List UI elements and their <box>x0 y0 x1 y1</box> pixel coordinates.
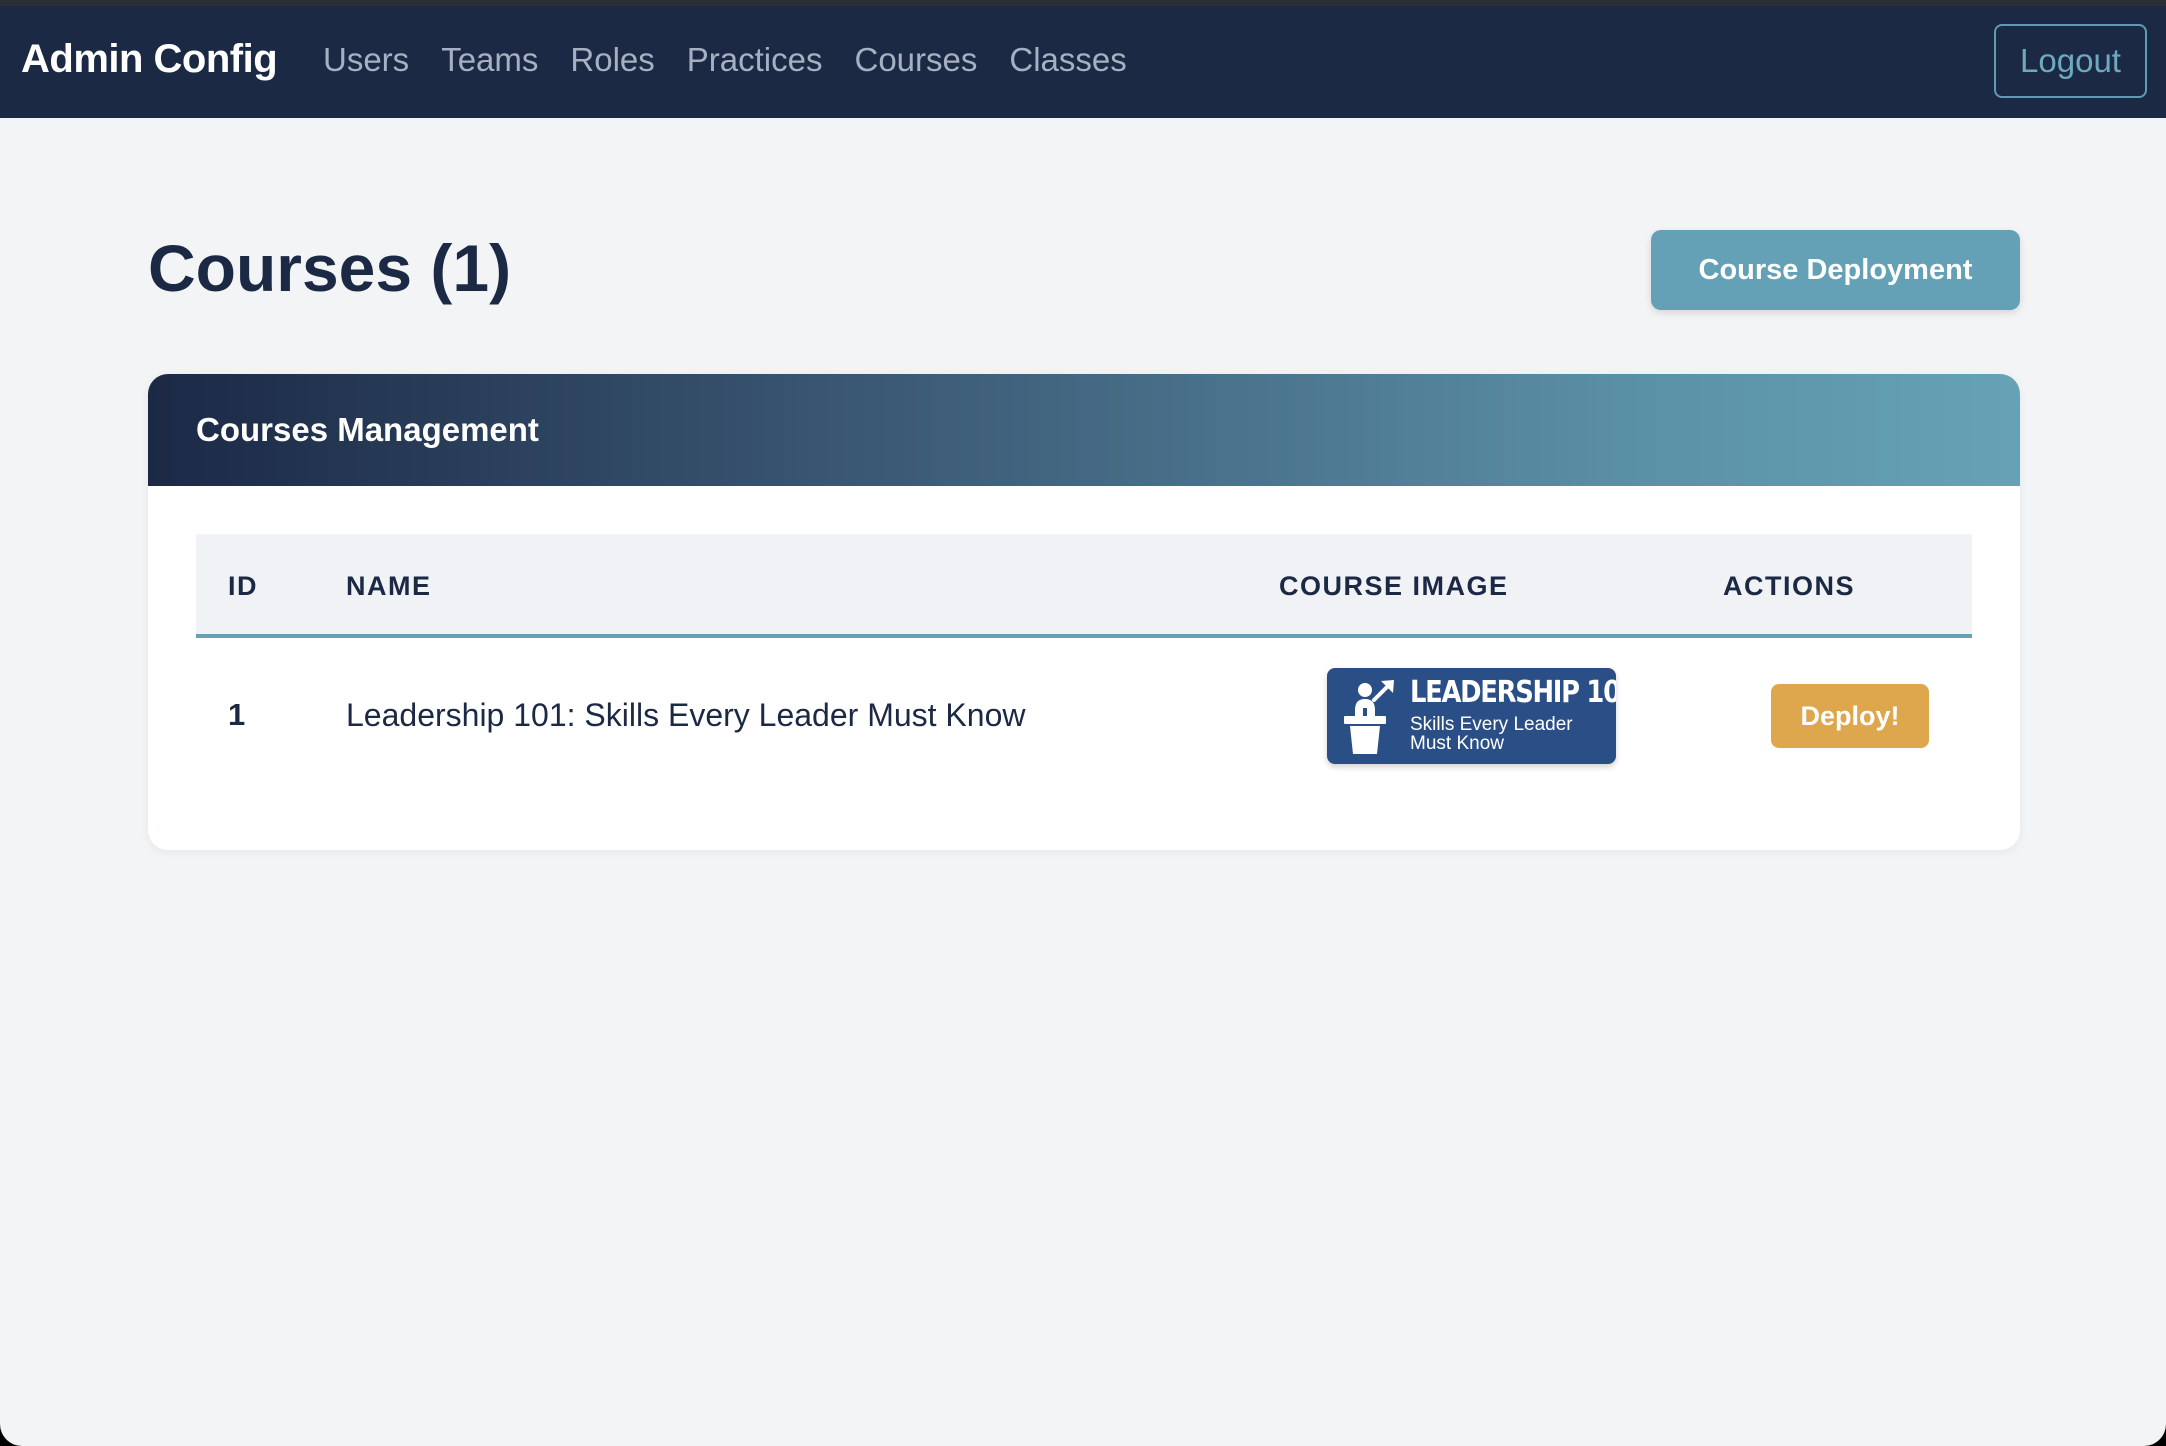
course-deployment-button[interactable]: Course Deployment <box>1651 230 2020 310</box>
logout-button[interactable]: Logout <box>1994 24 2147 98</box>
brand-title[interactable]: Admin Config <box>21 35 278 83</box>
top-navbar: Admin Config Users Teams Roles Practices… <box>0 6 2166 118</box>
column-header-course-image: COURSE IMAGE <box>1279 571 1509 601</box>
nav-link-classes[interactable]: Classes <box>1009 40 1126 80</box>
course-image-subtitle: Skills Every Leader Must Know <box>1410 714 1573 754</box>
course-image-title: LEADERSHIP 101 <box>1410 675 1616 710</box>
page-title: Courses (1) <box>148 231 512 305</box>
card-title: Courses Management <box>196 411 539 448</box>
courses-management-card: Courses Management ID NAME COURSE IMAGE … <box>148 374 2020 850</box>
table-row: 1 Leadership 101: Skills Every Leader Mu… <box>196 638 1972 806</box>
nav-links: Users Teams Roles Practices Courses Clas… <box>323 40 1159 80</box>
speaker-podium-icon <box>1344 680 1394 754</box>
nav-link-teams[interactable]: Teams <box>441 40 538 80</box>
nav-link-users[interactable]: Users <box>323 40 409 80</box>
course-name: Leadership 101: Skills Every Leader Must… <box>346 697 1026 733</box>
nav-link-courses[interactable]: Courses <box>854 40 977 80</box>
card-header: Courses Management <box>148 374 2020 486</box>
nav-link-roles[interactable]: Roles <box>570 40 654 80</box>
course-image: LEADERSHIP 101 Skills Every Leader Must … <box>1327 668 1616 764</box>
column-header-name: NAME <box>346 571 432 601</box>
column-header-id: ID <box>228 571 258 601</box>
table-header-row: ID NAME COURSE IMAGE ACTIONS <box>196 534 1972 638</box>
course-id: 1 <box>228 697 246 732</box>
deploy-button[interactable]: Deploy! <box>1771 684 1929 748</box>
nav-link-practices[interactable]: Practices <box>687 40 823 80</box>
app-window: Admin Config Users Teams Roles Practices… <box>0 0 2166 1446</box>
column-header-actions: ACTIONS <box>1723 571 1855 601</box>
